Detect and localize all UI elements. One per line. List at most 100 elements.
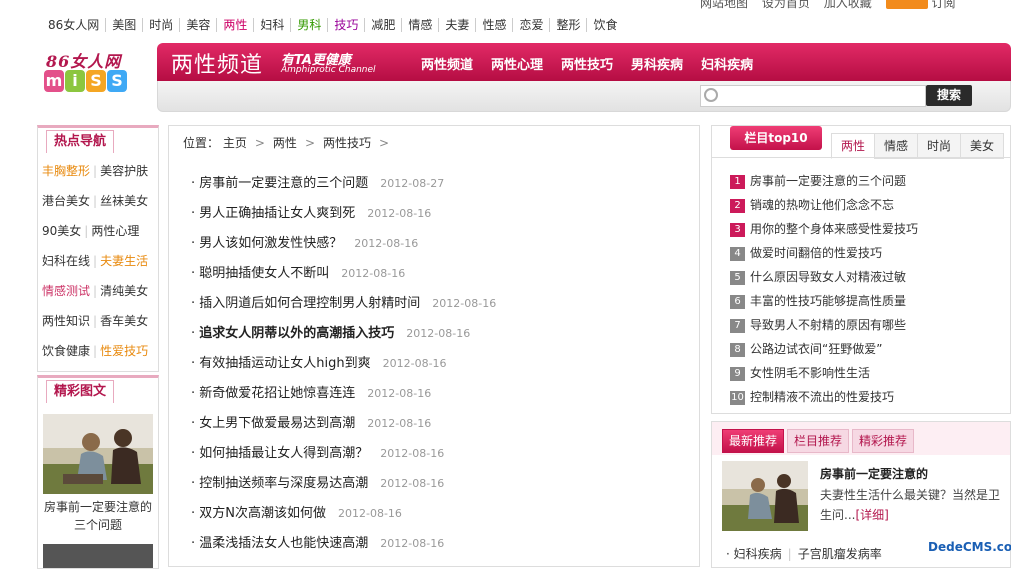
topnav-item[interactable]: 86女人网	[42, 18, 107, 32]
site-map-link[interactable]: 网站地图	[700, 0, 748, 10]
recommend-link[interactable]: 妇科疾病	[734, 547, 782, 561]
top-utility-links: 网站地图 设为首页 加入收藏 订阅	[700, 0, 1011, 10]
article-link[interactable]: 如何抽插最让女人得到高潮？	[199, 446, 368, 461]
search-icon	[704, 88, 718, 102]
topnav-item[interactable]: 减肥	[365, 18, 403, 32]
article-link[interactable]: 控制抽送频率与深度易达高潮	[199, 476, 368, 491]
tab-meinv[interactable]: 美女	[960, 133, 1004, 159]
hot-nav-link[interactable]: 香车美女	[100, 314, 148, 328]
hot-nav-link[interactable]: 丰胸整形	[42, 164, 90, 178]
article-link[interactable]: 有效抽插运动让女人high到爽	[199, 356, 370, 371]
subscribe-link[interactable]: 订阅	[932, 0, 956, 10]
article-link[interactable]: 新奇做爱花招让她惊喜连连	[199, 386, 355, 401]
top10-link[interactable]: 控制精液不流出的性爱技巧	[750, 390, 894, 404]
top10-link[interactable]: 公路边试衣间“狂野做爱”	[750, 342, 882, 356]
article-link[interactable]: 男人正确抽插让女人爽到死	[199, 206, 355, 221]
top10-link[interactable]: 导致男人不射精的原因有哪些	[750, 318, 906, 332]
topnav-item[interactable]: 妇科	[254, 18, 292, 32]
logo-miss-mark: miSS	[44, 70, 134, 108]
search-input[interactable]	[700, 85, 926, 107]
hot-nav-link[interactable]: 饮食健康	[42, 344, 90, 358]
article-date: 2012-08-16	[380, 447, 445, 460]
topnav-item[interactable]: 两性	[217, 18, 255, 32]
hot-nav-link[interactable]: 清纯美女	[100, 284, 148, 298]
breadcrumb-home[interactable]: 主页	[223, 136, 247, 150]
hot-nav-link[interactable]: 两性知识	[42, 314, 90, 328]
couple-photo[interactable]	[43, 414, 153, 494]
topnav-item[interactable]: 夫妻	[439, 18, 477, 32]
channel-nav-item[interactable]: 男科疾病	[631, 58, 683, 73]
hot-nav-link[interactable]: 90美女	[42, 224, 81, 238]
featured-pic-caption[interactable]: 房事前一定要注意的三个问题	[40, 498, 156, 534]
top10-link[interactable]: 做爱时间翻倍的性爱技巧	[750, 246, 882, 260]
topnav-item[interactable]: 整形	[550, 18, 588, 32]
rss-icon[interactable]	[885, 0, 928, 9]
hot-nav-link[interactable]: 夫妻生活	[100, 254, 148, 268]
channel-nav-item[interactable]: 两性技巧	[561, 58, 613, 73]
tab-liangxing[interactable]: 两性	[831, 133, 875, 159]
list-item: · 温柔浅插法女人也能快速高潮 2012-08-16	[191, 536, 445, 551]
rank-badge: 6	[730, 295, 745, 309]
topnav-item[interactable]: 美图	[106, 18, 144, 32]
article-link[interactable]: 聪明抽插使女人不断叫	[199, 266, 329, 281]
article-date: 2012-08-16	[406, 327, 471, 340]
top10-link[interactable]: 用你的整个身体来感受性爱技巧	[750, 222, 918, 236]
set-homepage-link[interactable]: 设为首页	[762, 0, 810, 10]
topnav-item[interactable]: 时尚	[143, 18, 181, 32]
hot-nav-link[interactable]: 两性心理	[91, 224, 139, 238]
tab-latest[interactable]: 最新推荐	[722, 429, 785, 453]
topnav-item[interactable]: 饮食	[587, 18, 623, 32]
topnav-item[interactable]: 美容	[180, 18, 218, 32]
divider	[712, 157, 1010, 158]
hot-nav-row: 妇科在线 | 夫妻生活	[42, 254, 149, 268]
site-logo[interactable]: 86女人网 miSS	[40, 48, 140, 114]
topnav-item[interactable]: 技巧	[328, 18, 366, 32]
top10-link[interactable]: 什么原因导致女人对精液过敏	[750, 270, 906, 284]
article-link[interactable]: 男人该如何激发性快感？	[199, 236, 342, 251]
hot-nav-link[interactable]: 丝袜美女	[100, 194, 148, 208]
article-link[interactable]: 温柔浅插法女人也能快速高潮	[199, 536, 368, 551]
article-link[interactable]: 追求女人阴蒂以外的高潮插入技巧	[199, 326, 394, 341]
article-link[interactable]: 女上男下做爱最易达到高潮	[199, 416, 355, 431]
hot-nav-link[interactable]: 情感测试	[42, 284, 90, 298]
breadcrumb-section[interactable]: 两性	[273, 136, 297, 150]
channel-nav-item[interactable]: 妇科疾病	[701, 58, 753, 73]
breadcrumb-label: 位置：	[183, 136, 220, 150]
hot-nav-link[interactable]: 妇科在线	[42, 254, 90, 268]
search-button[interactable]: 搜索	[926, 85, 972, 106]
add-favorite-link[interactable]: 加入收藏	[824, 0, 872, 10]
channel-nav-item[interactable]: 两性心理	[491, 58, 543, 73]
top10-link[interactable]: 女性阴毛不影响性生活	[750, 366, 870, 380]
article-date: 2012-08-27	[380, 177, 445, 190]
watermark: DedeCMS.com	[928, 540, 1011, 554]
more-link[interactable]: [详细]	[855, 508, 888, 522]
breadcrumb-current[interactable]: 两性技巧	[323, 136, 371, 150]
article-date: 2012-08-16	[380, 537, 445, 550]
article-date: 2012-08-16	[341, 267, 406, 280]
topnav-item[interactable]: 男科	[291, 18, 329, 32]
hot-nav-link[interactable]: 港台美女	[42, 194, 90, 208]
top10-link[interactable]: 房事前一定要注意的三个问题	[750, 174, 906, 188]
topnav-item[interactable]: 恋爱	[513, 18, 551, 32]
article-link[interactable]: 双方N次高潮该如何做	[199, 506, 326, 521]
channel-slogan-en: Amphiprotic Channel	[281, 65, 376, 75]
hot-nav-link[interactable]: 性爱技巧	[100, 344, 148, 358]
topnav-item[interactable]: 情感	[402, 18, 440, 32]
recommend-photo[interactable]	[722, 461, 808, 531]
top10-link[interactable]: 销魂的热吻让他们念念不忘	[750, 198, 894, 212]
rank-badge: 3	[730, 223, 745, 237]
tab-qinggan[interactable]: 情感	[874, 133, 918, 159]
tab-featured[interactable]: 精彩推荐	[852, 429, 915, 453]
topnav-item[interactable]: 性感	[476, 18, 514, 32]
recommend-link[interactable]: 子宫肌瘤发病率	[798, 547, 882, 561]
top10-link[interactable]: 丰富的性技巧能够提高性质量	[750, 294, 906, 308]
recommend-title[interactable]: 房事前一定要注意的	[820, 465, 928, 482]
article-link[interactable]: 插入阴道后如何合理控制男人射精时间	[199, 296, 420, 311]
tab-shishang[interactable]: 时尚	[917, 133, 961, 159]
top10-tabs: 两性 情感 时尚 美女	[831, 133, 1004, 159]
tab-column[interactable]: 栏目推荐	[787, 429, 850, 453]
channel-nav-item[interactable]: 两性频道	[421, 58, 473, 73]
article-link[interactable]: 房事前一定要注意的三个问题	[199, 176, 368, 191]
second-photo[interactable]	[43, 544, 153, 568]
hot-nav-link[interactable]: 美容护肤	[100, 164, 148, 178]
